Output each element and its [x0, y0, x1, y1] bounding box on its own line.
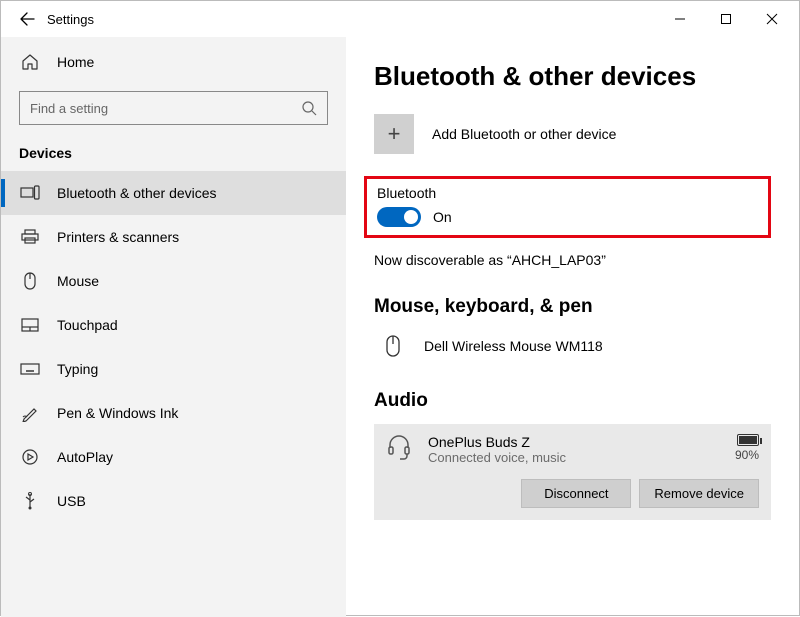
headset-icon: [386, 434, 412, 460]
sidebar-item-label: Touchpad: [57, 317, 118, 333]
close-icon: [766, 13, 778, 25]
sidebar-item-label: Bluetooth & other devices: [57, 185, 217, 201]
sidebar-item-label: Pen & Windows Ink: [57, 405, 178, 421]
home-icon: [19, 53, 41, 71]
home-link[interactable]: Home: [1, 43, 346, 81]
discoverable-text: Now discoverable as “AHCH_LAP03”: [374, 252, 771, 268]
sidebar-item-pen[interactable]: Pen & Windows Ink: [1, 391, 346, 435]
minimize-button[interactable]: [657, 1, 703, 37]
bluetooth-heading: Bluetooth: [377, 185, 758, 201]
bluetooth-highlight: Bluetooth On: [364, 176, 771, 238]
window-controls: [657, 1, 795, 37]
sidebar-item-label: USB: [57, 493, 86, 509]
titlebar: Settings: [1, 1, 799, 37]
sidebar-item-autoplay[interactable]: AutoPlay: [1, 435, 346, 479]
battery-icon: [737, 434, 759, 446]
maximize-icon: [720, 13, 732, 25]
plus-icon: +: [374, 114, 414, 154]
sidebar-item-bluetooth[interactable]: Bluetooth & other devices: [1, 171, 346, 215]
battery-indicator: 90%: [735, 434, 759, 462]
main-pane: Bluetooth & other devices + Add Bluetoot…: [346, 37, 799, 617]
battery-percent: 90%: [735, 448, 759, 462]
close-button[interactable]: [749, 1, 795, 37]
search-placeholder: Find a setting: [30, 101, 108, 116]
add-device-button[interactable]: + Add Bluetooth or other device: [374, 114, 771, 154]
bluetooth-toggle[interactable]: [377, 207, 421, 227]
mouse-icon: [19, 272, 41, 290]
sidebar-item-label: Typing: [57, 361, 98, 377]
minimize-icon: [674, 13, 686, 25]
mouse-section-heading: Mouse, keyboard, & pen: [374, 296, 771, 318]
device-name: Dell Wireless Mouse WM118: [424, 338, 603, 354]
bluetooth-toggle-state: On: [433, 209, 452, 225]
keyboard-icon: [19, 363, 41, 375]
remove-device-button[interactable]: Remove device: [639, 479, 759, 508]
add-device-label: Add Bluetooth or other device: [432, 126, 616, 142]
arrow-left-icon: [19, 11, 35, 27]
sidebar-item-typing[interactable]: Typing: [1, 347, 346, 391]
audio-device-name: OnePlus Buds Z: [428, 434, 719, 450]
home-label: Home: [57, 54, 94, 70]
pen-icon: [19, 404, 41, 422]
maximize-button[interactable]: [703, 1, 749, 37]
sidebar-item-printers[interactable]: Printers & scanners: [1, 215, 346, 259]
touchpad-icon: [19, 318, 41, 332]
disconnect-button[interactable]: Disconnect: [521, 479, 631, 508]
mouse-icon: [378, 334, 408, 358]
device-row-mouse[interactable]: Dell Wireless Mouse WM118: [374, 330, 771, 362]
printer-icon: [19, 229, 41, 245]
page-title: Bluetooth & other devices: [374, 61, 771, 92]
usb-icon: [19, 492, 41, 510]
autoplay-icon: [19, 448, 41, 466]
audio-device-status: Connected voice, music: [428, 450, 719, 465]
search-icon: [301, 100, 317, 116]
sidebar: Home Find a setting Devices Bluetooth & …: [1, 37, 346, 617]
sidebar-item-mouse[interactable]: Mouse: [1, 259, 346, 303]
window-title: Settings: [47, 12, 94, 27]
sidebar-item-label: Mouse: [57, 273, 99, 289]
search-input[interactable]: Find a setting: [19, 91, 328, 125]
devices-icon: [19, 185, 41, 201]
audio-device-card[interactable]: OnePlus Buds Z Connected voice, music 90…: [374, 424, 771, 520]
back-button[interactable]: [15, 7, 39, 31]
sidebar-item-label: AutoPlay: [57, 449, 113, 465]
audio-section-heading: Audio: [374, 390, 771, 412]
sidebar-item-usb[interactable]: USB: [1, 479, 346, 523]
sidebar-section-title: Devices: [1, 141, 346, 171]
sidebar-item-touchpad[interactable]: Touchpad: [1, 303, 346, 347]
sidebar-item-label: Printers & scanners: [57, 229, 179, 245]
